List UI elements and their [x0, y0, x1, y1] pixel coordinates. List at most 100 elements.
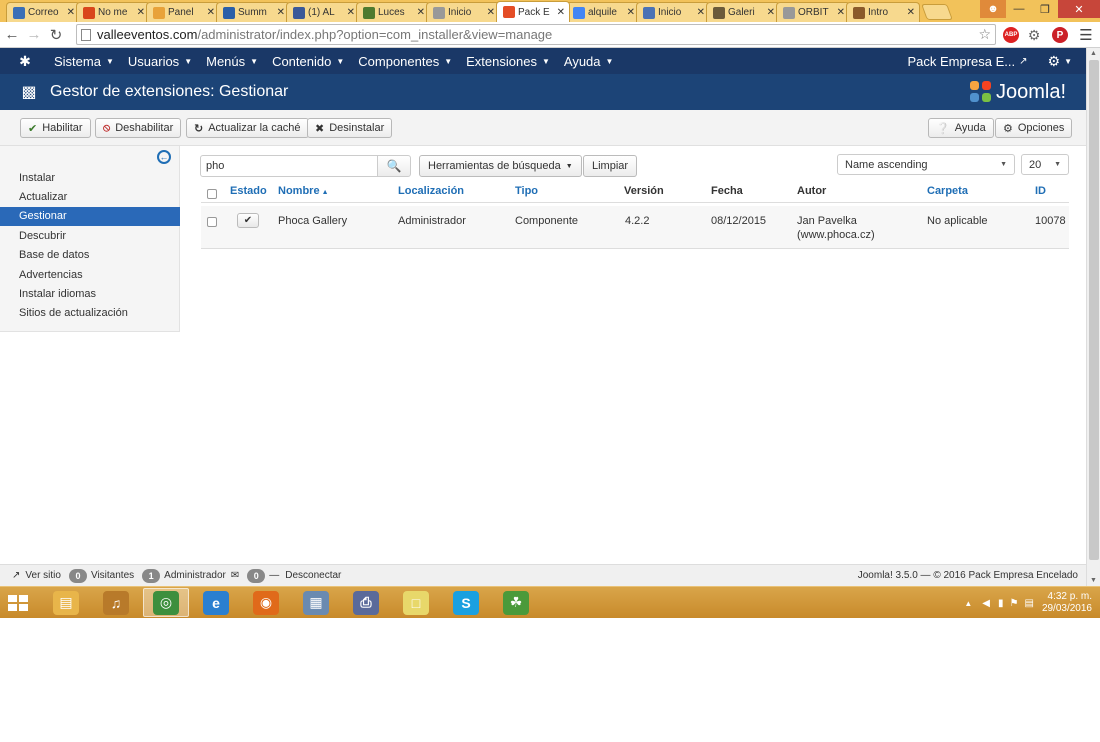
- refresh-cache-button[interactable]: ↻ Actualizar la caché: [186, 118, 309, 138]
- sidebar-item[interactable]: Gestionar: [0, 206, 180, 226]
- back-arrow-icon[interactable]: ←: [2, 25, 22, 45]
- disable-button[interactable]: ⦸ Deshabilitar: [95, 118, 182, 138]
- uninstall-button[interactable]: ✖ Desinstalar: [307, 118, 393, 138]
- close-tab-icon[interactable]: ✕: [417, 7, 425, 18]
- minimize-button[interactable]: —: [1006, 0, 1032, 18]
- bookmark-star-icon[interactable]: ☆: [978, 26, 991, 43]
- chrome-menu-icon[interactable]: ☰: [1076, 25, 1096, 45]
- sort-id[interactable]: ID: [1035, 185, 1046, 197]
- enable-button[interactable]: ✔ Habilitar: [20, 118, 91, 138]
- browser-tab[interactable]: Panel ✕: [146, 2, 220, 22]
- site-name-link[interactable]: Pack Empresa E...: [907, 54, 1015, 69]
- collapse-sidebar-icon[interactable]: ←: [157, 150, 171, 164]
- sort-status[interactable]: Estado: [230, 185, 267, 197]
- browser-tab[interactable]: ORBIT ✕: [776, 2, 850, 22]
- view-site-link[interactable]: Ver sitio: [25, 570, 61, 581]
- browser-tab[interactable]: Luces ✕: [356, 2, 430, 22]
- sidebar-item[interactable]: Advertencias: [0, 265, 180, 284]
- taskbar-internet-explorer[interactable]: e: [193, 588, 239, 617]
- sidebar-item[interactable]: Instalar: [0, 168, 180, 187]
- network-icon[interactable]: ▤: [1024, 598, 1033, 609]
- taskbar-itunes[interactable]: ♫: [93, 588, 139, 617]
- adblock-icon[interactable]: ABP: [1001, 25, 1021, 45]
- sort-name[interactable]: Nombre ▲: [278, 185, 329, 197]
- browser-tab[interactable]: Summ ✕: [216, 2, 290, 22]
- ordering-select[interactable]: Name ascending ▼: [837, 154, 1015, 175]
- browser-tab[interactable]: Correo ✕: [6, 2, 80, 22]
- taskbar-network-tool[interactable]: ⎙: [343, 588, 389, 617]
- browser-tab[interactable]: Galeri ✕: [706, 2, 780, 22]
- close-tab-icon[interactable]: ✕: [277, 7, 285, 18]
- sort-folder[interactable]: Carpeta: [927, 185, 968, 197]
- menu-0[interactable]: Sistema ▼: [54, 54, 114, 69]
- close-tab-icon[interactable]: ✕: [767, 7, 775, 18]
- taskbar-chrome[interactable]: ◎: [143, 588, 189, 617]
- close-tab-icon[interactable]: ✕: [697, 7, 705, 18]
- taskbar-green-app[interactable]: ☘: [493, 588, 539, 617]
- close-tab-icon[interactable]: ✕: [137, 7, 145, 18]
- logout-link[interactable]: Desconectar: [285, 570, 341, 581]
- close-tab-icon[interactable]: ✕: [837, 7, 845, 18]
- sidebar-item[interactable]: Sitios de actualización: [0, 304, 180, 323]
- menu-4[interactable]: Componentes ▼: [358, 54, 452, 69]
- taskbar-sticky-notes[interactable]: □: [393, 588, 439, 617]
- sort-type[interactable]: Tipo: [515, 185, 538, 197]
- vertical-scrollbar[interactable]: ▲ ▼: [1086, 48, 1100, 586]
- tray-chevron-icon[interactable]: ▲: [964, 599, 972, 608]
- new-tab-button[interactable]: [921, 4, 953, 20]
- settings-gear-icon[interactable]: ⚙: [1048, 53, 1061, 70]
- menu-2[interactable]: Menús ▼: [206, 54, 258, 69]
- close-window-button[interactable]: ✕: [1058, 0, 1100, 18]
- user-profile-icon[interactable]: ☻: [980, 0, 1006, 18]
- address-bar[interactable]: valleeventos.com /administrator/index.ph…: [76, 24, 996, 45]
- sidebar-item[interactable]: Base de datos: [0, 246, 180, 265]
- pinterest-icon[interactable]: P: [1050, 25, 1070, 45]
- sidebar-item[interactable]: Instalar idiomas: [0, 284, 180, 303]
- browser-tab[interactable]: alquile ✕: [566, 2, 640, 22]
- close-tab-icon[interactable]: ✕: [557, 7, 565, 18]
- menu-3[interactable]: Contenido ▼: [272, 54, 344, 69]
- taskbar-calculator[interactable]: ▦: [293, 588, 339, 617]
- scroll-thumb[interactable]: [1089, 60, 1099, 560]
- search-input[interactable]: pho: [200, 155, 378, 177]
- volume-icon[interactable]: ◀: [982, 598, 990, 609]
- reload-icon[interactable]: ↻: [46, 25, 66, 45]
- sidebar-item[interactable]: Descubrir: [0, 226, 180, 245]
- restore-button[interactable]: ❐: [1032, 0, 1058, 18]
- scroll-down-icon[interactable]: ▼: [1090, 577, 1097, 584]
- close-tab-icon[interactable]: ✕: [207, 7, 215, 18]
- browser-tab[interactable]: No me ✕: [76, 2, 150, 22]
- close-tab-icon[interactable]: ✕: [67, 7, 75, 18]
- browser-tab[interactable]: Intro ✕: [846, 2, 920, 22]
- row-checkbox[interactable]: [207, 217, 217, 227]
- clock[interactable]: 4:32 p. m. 29/03/2016: [1042, 591, 1092, 615]
- sidebar-item[interactable]: Actualizar: [0, 187, 180, 206]
- menu-5[interactable]: Extensiones ▼: [466, 54, 550, 69]
- menu-6[interactable]: Ayuda ▼: [564, 54, 614, 69]
- search-tools-button[interactable]: Herramientas de búsqueda ▼: [419, 155, 582, 177]
- forward-arrow-icon[interactable]: →: [24, 25, 44, 45]
- envelope-icon[interactable]: ✉: [231, 570, 239, 581]
- browser-tab[interactable]: (1) AL ✕: [286, 2, 360, 22]
- close-tab-icon[interactable]: ✕: [627, 7, 635, 18]
- help-button[interactable]: ❔ Ayuda: [928, 118, 994, 138]
- search-button[interactable]: 🔍: [377, 155, 411, 177]
- browser-tab[interactable]: Inicio ✕: [426, 2, 500, 22]
- options-button[interactable]: ⚙ Opciones: [995, 118, 1073, 138]
- taskbar-firefox[interactable]: ◉: [243, 588, 289, 617]
- status-toggle-button[interactable]: ✔: [237, 213, 259, 228]
- check-all-checkbox[interactable]: [207, 189, 217, 199]
- browser-tab[interactable]: Inicio ✕: [636, 2, 710, 22]
- taskbar-file-explorer[interactable]: ▤: [43, 588, 89, 617]
- battery-icon[interactable]: ▮: [998, 598, 1004, 609]
- scroll-up-icon[interactable]: ▲: [1090, 50, 1097, 57]
- browser-tab[interactable]: Pack E ✕: [496, 1, 570, 22]
- extension-gear-icon[interactable]: ⚙: [1024, 25, 1044, 45]
- joomla-logo-icon[interactable]: ✱: [10, 48, 40, 74]
- close-tab-icon[interactable]: ✕: [907, 7, 915, 18]
- start-button[interactable]: [6, 593, 30, 613]
- menu-1[interactable]: Usuarios ▼: [128, 54, 192, 69]
- sort-location[interactable]: Localización: [398, 185, 464, 197]
- close-tab-icon[interactable]: ✕: [487, 7, 495, 18]
- clear-button[interactable]: Limpiar: [583, 155, 638, 177]
